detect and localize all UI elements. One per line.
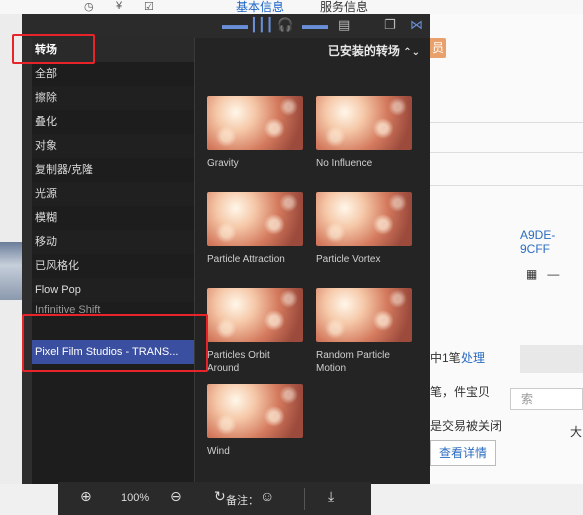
divider bbox=[430, 185, 583, 186]
transitions-sidebar: 转场 全部 擦除 叠化 对象 复制器/克隆 光源 模糊 移动 已风格化 Flow… bbox=[32, 38, 194, 484]
sidebar-item-dissolves[interactable]: 叠化 bbox=[32, 110, 194, 134]
filmstrip-icon[interactable]: ▬▬ bbox=[222, 17, 248, 32]
closed-text: 是交易被关闭 bbox=[430, 419, 503, 433]
big-label: 大 bbox=[570, 425, 583, 439]
sidebar-item-lights[interactable]: 光源 bbox=[32, 182, 194, 206]
chevron-updown-icon: ⌃⌄ bbox=[403, 47, 420, 58]
search-input[interactable]: 索 bbox=[510, 388, 583, 410]
transition-thumbnail-no-influence[interactable] bbox=[316, 96, 412, 150]
pending-text: 中1笔 bbox=[430, 351, 461, 365]
transition-thumbnail-particle-vortex[interactable] bbox=[316, 192, 412, 246]
check-icon[interactable]: ☑ bbox=[144, 0, 154, 13]
process-link[interactable]: 处理 bbox=[461, 349, 485, 366]
annotation-box-transitions-header bbox=[12, 34, 95, 64]
zoom-out-icon[interactable]: ⊖ bbox=[170, 488, 182, 505]
note-label: 备注： bbox=[226, 495, 259, 507]
clock-icon[interactable]: ◷ bbox=[84, 0, 94, 13]
transition-thumbnail-random-particle-motion[interactable] bbox=[316, 288, 412, 342]
clips-icon[interactable]: ▬▬ bbox=[302, 17, 328, 32]
bottom-toolbar: ⊕ 100% ⊖ ↻ 备注： ☺ ⤓ bbox=[58, 482, 371, 515]
background-thumbnail bbox=[0, 242, 22, 300]
background-band bbox=[520, 345, 583, 373]
transitions-browser: 已安装的转场 ⌃⌄ Gravity No Influence Particle … bbox=[195, 38, 430, 484]
toolbar-separator bbox=[304, 488, 305, 510]
download-icon[interactable]: ⤓ bbox=[328, 488, 334, 505]
waveform-icon[interactable]: ┃┃┃ bbox=[250, 17, 273, 33]
window-icon[interactable]: ❐ bbox=[384, 17, 396, 33]
browser-title-text: 已安装的转场 bbox=[327, 44, 400, 58]
transition-label: Random Particle Motion bbox=[316, 350, 390, 374]
zoom-in-icon[interactable]: ⊕ bbox=[80, 488, 92, 505]
transition-thumbnail-wind[interactable] bbox=[207, 384, 303, 438]
rotate-icon[interactable]: ↻ bbox=[214, 488, 226, 505]
divider bbox=[430, 122, 583, 123]
transition-label: Gravity bbox=[207, 158, 239, 169]
sidebar-item-blurs[interactable]: 模糊 bbox=[32, 206, 194, 230]
zoom-level: 100% bbox=[121, 492, 150, 504]
sidebar-item-all[interactable]: 全部 bbox=[32, 62, 194, 86]
bowtie-icon[interactable]: ⋈ bbox=[410, 17, 423, 33]
sidebar-item-objects[interactable]: 对象 bbox=[32, 134, 194, 158]
transition-label: No Influence bbox=[316, 158, 373, 169]
sidebar-item-wipes[interactable]: 擦除 bbox=[32, 86, 194, 110]
annotation-box-pixel-film-studios bbox=[22, 314, 208, 372]
transition-thumbnail-particles-orbit-around[interactable] bbox=[207, 288, 303, 342]
tab-service-info[interactable]: 服务信息 bbox=[320, 0, 368, 15]
background-topbar: 基本信息 服务信息 ◷ ¥ ☑ bbox=[0, 0, 583, 17]
smiley-icon[interactable]: ☺ bbox=[260, 488, 274, 504]
transition-label: Particles Orbit Around bbox=[207, 350, 270, 374]
member-badge: 员 bbox=[430, 38, 446, 58]
sidebar-item-movements[interactable]: 移动 bbox=[32, 230, 194, 254]
divider bbox=[430, 152, 583, 153]
sidebar-item-replicator[interactable]: 复制器/克隆 bbox=[32, 158, 194, 182]
transition-thumbnail-particle-attraction[interactable] bbox=[207, 192, 303, 246]
yen-icon[interactable]: ¥ bbox=[116, 0, 122, 12]
sidebar-item-stylized[interactable]: 已风格化 bbox=[32, 254, 194, 278]
grid-icon[interactable]: ▦ — bbox=[526, 267, 559, 281]
order-id-link[interactable]: A9DE-9CFF bbox=[520, 228, 583, 256]
sidebar-item-flow-pop[interactable]: Flow Pop bbox=[32, 278, 194, 302]
transition-label: Particle Vortex bbox=[316, 254, 381, 265]
transition-label: Particle Attraction bbox=[207, 254, 285, 265]
items-text: 笔，件宝贝 bbox=[430, 385, 491, 399]
transitions-window: ▬▬ ┃┃┃ 🎧 ▬▬ ▤ ❐ ⋈ 转场 全部 擦除 叠化 对象 复制器/克隆 … bbox=[22, 14, 430, 484]
film-icon[interactable]: ▤ bbox=[338, 17, 350, 33]
view-details-button[interactable]: 查看详情 bbox=[430, 440, 496, 466]
window-left-edge bbox=[22, 38, 32, 484]
transition-thumbnail-gravity[interactable] bbox=[207, 96, 303, 150]
transition-label: Wind bbox=[207, 446, 230, 457]
browser-title[interactable]: 已安装的转场 ⌃⌄ bbox=[328, 42, 420, 59]
headphones-icon[interactable]: 🎧 bbox=[277, 17, 293, 33]
